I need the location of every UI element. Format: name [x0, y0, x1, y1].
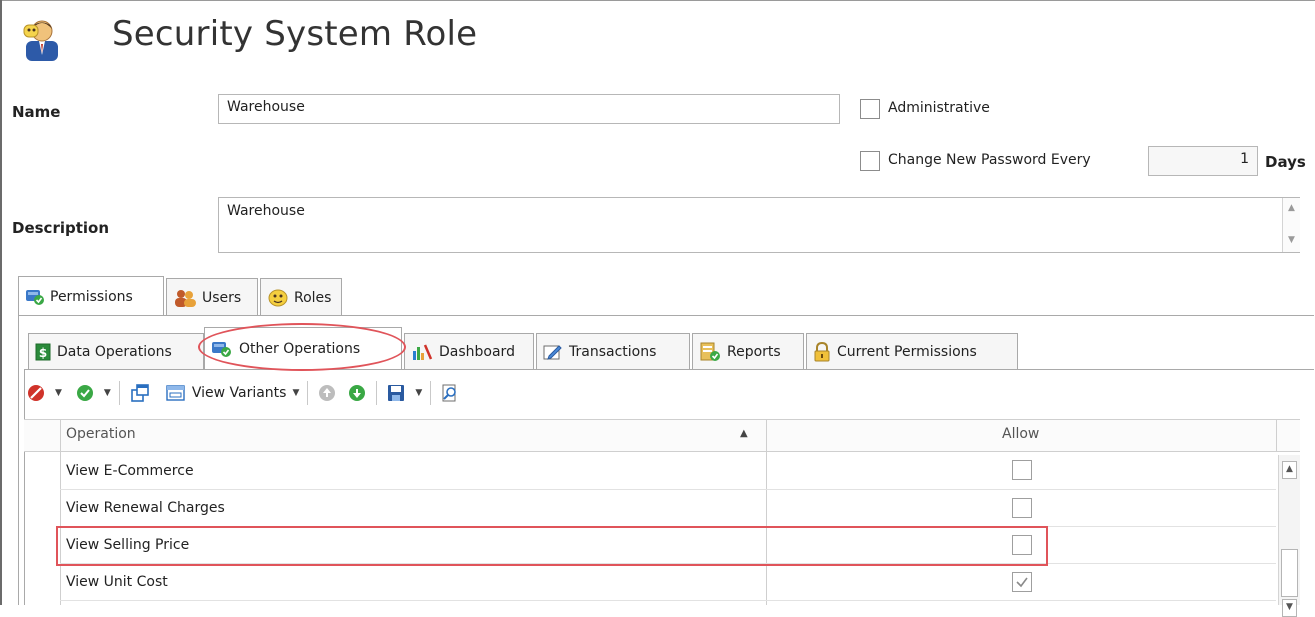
row-divider [60, 600, 1276, 601]
days-label: Days [1265, 153, 1306, 171]
search-icon [442, 384, 457, 402]
chart-icon [413, 344, 433, 360]
description-text: Warehouse [227, 203, 305, 219]
table-row-operation[interactable]: View E-Commerce [66, 463, 194, 479]
grid-scrollbar[interactable]: ▲ ▼ [1278, 455, 1300, 617]
column-header-operation[interactable]: Operation [66, 426, 136, 442]
deny-dropdown-arrow-icon[interactable]: ▼ [55, 388, 62, 398]
grid-header-row [24, 420, 1300, 452]
users-icon [175, 289, 196, 307]
subtab-current-permissions[interactable]: Current Permissions [806, 333, 1018, 369]
sort-ascending-icon: ▲ [740, 428, 748, 439]
highlight-ellipse [198, 323, 406, 371]
allow-checkbox[interactable] [1012, 498, 1032, 518]
grid-scroll-down-icon[interactable]: ▼ [1282, 599, 1297, 617]
window-top-border [0, 0, 1315, 1]
move-up-button[interactable] [316, 384, 338, 402]
tab-roles-label: Roles [294, 289, 332, 306]
tab-users-label: Users [202, 289, 242, 306]
deny-all-button[interactable] [25, 384, 47, 402]
save-layout-button[interactable] [385, 384, 407, 402]
grid-column-divider [766, 420, 767, 605]
roles-icon [268, 289, 288, 306]
report-icon [700, 342, 720, 361]
administrative-checkbox[interactable] [860, 99, 880, 119]
svg-text:$: $ [39, 346, 47, 360]
save-dropdown-arrow-icon[interactable]: ▼ [415, 388, 422, 398]
tab-roles[interactable]: Roles [260, 278, 342, 316]
subtab-data-operations-label: Data Operations [57, 343, 172, 360]
column-header-allow[interactable]: Allow [1002, 426, 1039, 442]
grid-scroll-thumb[interactable] [1281, 549, 1298, 597]
tab-users[interactable]: Users [166, 278, 258, 316]
security-role-icon [20, 15, 64, 63]
page-title: Security System Role [112, 14, 478, 54]
description-scrollbar[interactable]: ▲ ▼ [1282, 198, 1300, 252]
window-left-border [0, 0, 2, 605]
subtab-reports-label: Reports [727, 343, 781, 360]
allow-dropdown-arrow-icon[interactable]: ▼ [104, 388, 111, 398]
subtab-transactions-label: Transactions [569, 343, 657, 360]
allow-all-button[interactable] [74, 384, 96, 402]
toolbar-separator [307, 381, 309, 405]
toolbar-separator [118, 381, 120, 405]
scroll-up-icon[interactable]: ▲ [1283, 202, 1300, 214]
tab-permissions-label: Permissions [50, 288, 133, 305]
subtab-dashboard[interactable]: Dashboard [404, 333, 534, 369]
lock-icon [814, 341, 830, 361]
checkmark-icon [1016, 577, 1028, 588]
view-variants-dropdown-icon: ▼ [292, 388, 300, 398]
allow-checkbox[interactable] [1012, 460, 1032, 480]
description-input[interactable]: Warehouse [218, 197, 1300, 253]
subtab-reports[interactable]: Reports [692, 333, 804, 369]
view-variants-icon [166, 385, 185, 401]
grid-scroll-up-icon[interactable]: ▲ [1282, 461, 1297, 479]
new-window-icon [131, 384, 149, 402]
allow-check-icon [76, 385, 93, 401]
subtab-current-permissions-label: Current Permissions [837, 343, 977, 360]
view-variants-label: View Variants [191, 385, 287, 401]
subtab-data-operations[interactable]: $ Data Operations [28, 333, 204, 369]
change-password-checkbox[interactable] [860, 151, 880, 171]
row-divider [60, 489, 1276, 490]
permissions-icon [26, 289, 44, 305]
allow-checkbox-checked[interactable] [1012, 572, 1032, 592]
pencil-icon [543, 344, 562, 360]
deny-icon [28, 385, 44, 401]
password-days-field[interactable]: 1 [1148, 146, 1258, 176]
administrative-label: Administrative [888, 100, 990, 116]
toolbar-separator [376, 381, 378, 405]
grid-header-right-divider [1276, 420, 1277, 452]
dollar-icon: $ [35, 343, 51, 360]
subtab-transactions[interactable]: Transactions [536, 333, 690, 369]
table-row-operation[interactable]: View Renewal Charges [66, 500, 225, 516]
tab-permissions[interactable]: Permissions [18, 276, 164, 316]
down-arrow-icon [349, 385, 366, 401]
table-row-operation[interactable]: View Unit Cost [66, 574, 168, 590]
subtab-dashboard-label: Dashboard [439, 343, 515, 360]
new-window-button[interactable] [128, 383, 152, 403]
highlight-rectangle [56, 526, 1048, 566]
grid-toolbar: ▼ ▼ View Variants ▼ ▼ [25, 377, 645, 409]
view-variants-button[interactable]: View Variants ▼ [166, 384, 300, 402]
find-button[interactable] [439, 384, 461, 402]
toolbar-separator [430, 381, 432, 405]
name-label: Name [12, 103, 61, 121]
description-label: Description [12, 219, 110, 237]
save-icon [388, 385, 405, 401]
up-arrow-icon [319, 385, 336, 401]
change-password-label: Change New Password Every [888, 152, 1091, 168]
name-input[interactable]: Warehouse [218, 94, 840, 124]
grid-indicator-divider [60, 420, 61, 605]
scroll-down-icon[interactable]: ▼ [1283, 234, 1300, 246]
move-down-button[interactable] [346, 384, 368, 402]
